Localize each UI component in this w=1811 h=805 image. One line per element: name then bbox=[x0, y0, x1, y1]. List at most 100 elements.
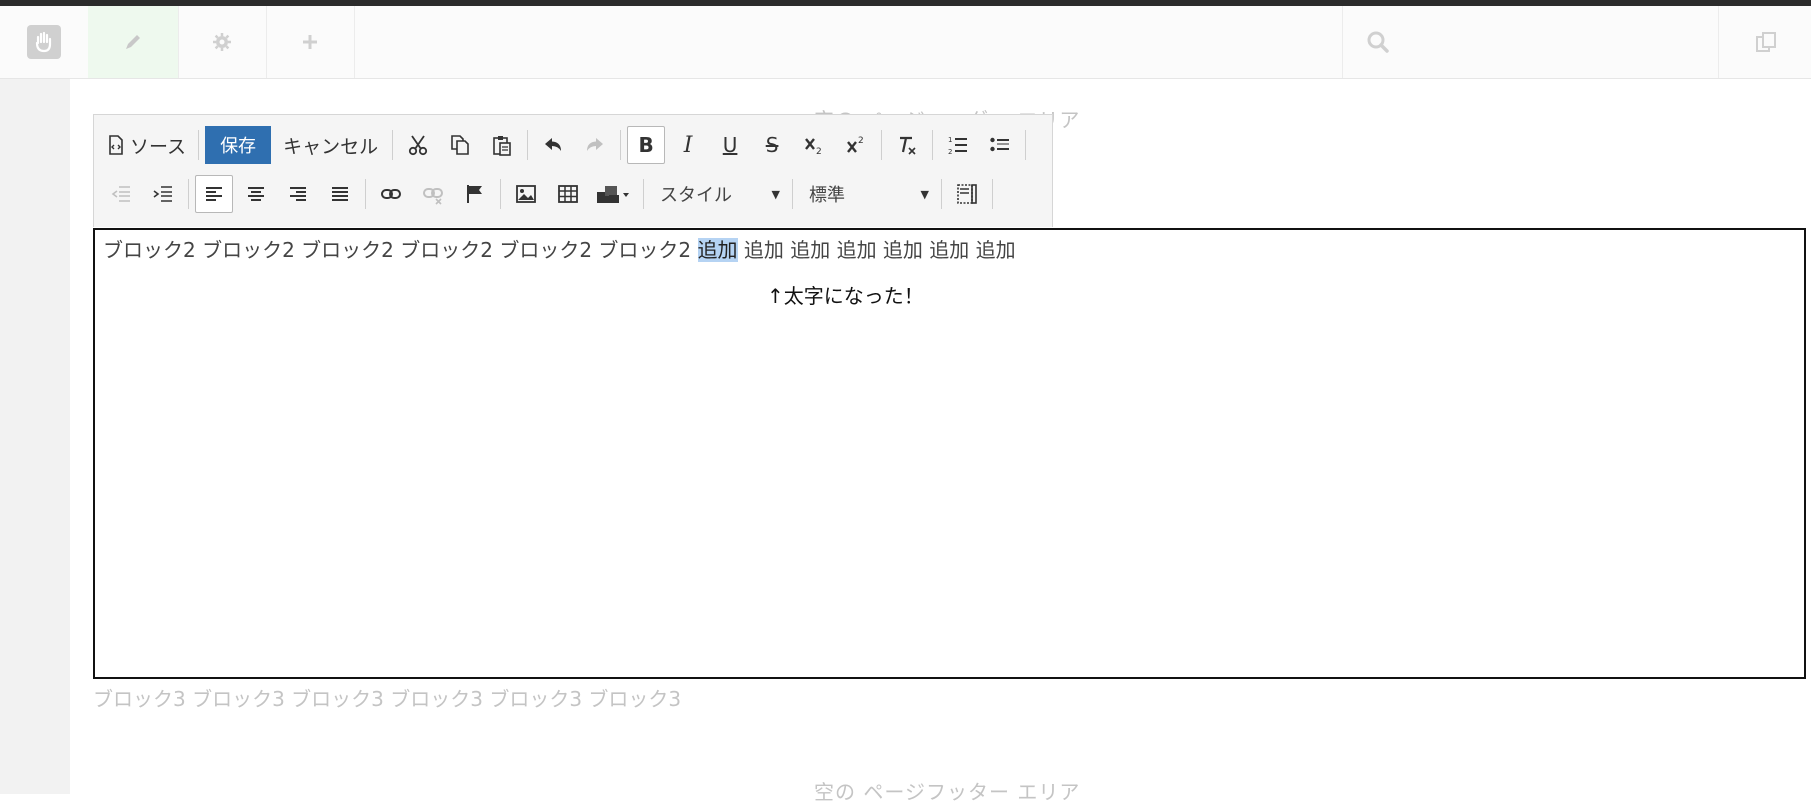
redo-icon bbox=[584, 134, 606, 156]
italic-button[interactable]: I bbox=[669, 126, 707, 164]
outdent-icon bbox=[110, 183, 132, 205]
link-button[interactable] bbox=[372, 175, 410, 213]
toolbar-row-1: ソース 保存 キャンセル B I U S 2 2 1 2 bbox=[102, 123, 1032, 167]
template-dropdown-button[interactable] bbox=[591, 175, 637, 213]
justify-button[interactable] bbox=[321, 175, 359, 213]
align-right-button[interactable] bbox=[279, 175, 317, 213]
sitemap-button[interactable] bbox=[1718, 6, 1811, 78]
toolbar-separator bbox=[643, 179, 644, 209]
undo-icon bbox=[542, 134, 564, 156]
copy-button[interactable] bbox=[441, 126, 479, 164]
align-justify-icon bbox=[329, 183, 351, 205]
align-center-button[interactable] bbox=[237, 175, 275, 213]
bulleted-list-icon bbox=[989, 134, 1011, 156]
editable-content-area[interactable]: ブロック2 ブロック2 ブロック2 ブロック2 ブロック2 ブロック2 追加 追… bbox=[93, 228, 1806, 679]
indent-icon bbox=[152, 183, 174, 205]
subscript-button[interactable]: 2 bbox=[795, 126, 833, 164]
block2-text: ブロック2 ブロック2 ブロック2 ブロック2 ブロック2 ブロック2 bbox=[103, 238, 692, 262]
copy-pages-icon bbox=[1754, 30, 1778, 54]
format-dropdown[interactable]: 標準 ▼ bbox=[799, 175, 939, 213]
block2-rest-text: 追加 追加 追加 追加 追加 追加 bbox=[743, 238, 1016, 262]
show-blocks-icon bbox=[956, 183, 978, 205]
subscript-icon: 2 bbox=[803, 134, 825, 156]
strikethrough-button[interactable]: S bbox=[753, 126, 791, 164]
align-left-button[interactable] bbox=[195, 175, 233, 213]
toolbar-separator bbox=[992, 179, 993, 209]
note-text: ↑太字になった！ bbox=[767, 284, 924, 308]
superscript-button[interactable]: 2 bbox=[837, 126, 875, 164]
footer-area-label: 空の ページフッター エリア bbox=[814, 780, 1081, 804]
search-button[interactable] bbox=[1342, 6, 1413, 78]
indent-button[interactable] bbox=[144, 175, 182, 213]
save-button[interactable]: 保存 bbox=[205, 126, 272, 164]
unlink-button[interactable] bbox=[414, 175, 452, 213]
redo-button[interactable] bbox=[576, 126, 614, 164]
toolbar-separator bbox=[198, 130, 200, 160]
align-center-icon bbox=[245, 183, 267, 205]
link-icon bbox=[380, 183, 402, 205]
chevron-down-icon: ▼ bbox=[771, 187, 780, 201]
format-label: 標準 bbox=[809, 185, 845, 206]
styles-dropdown[interactable]: スタイル ▼ bbox=[650, 175, 790, 213]
cms-toolbar bbox=[0, 6, 1811, 79]
unlink-icon bbox=[422, 183, 444, 205]
add-button[interactable] bbox=[266, 6, 355, 78]
image-icon bbox=[515, 183, 537, 205]
cut-button[interactable] bbox=[399, 126, 437, 164]
toolbar-separator bbox=[392, 130, 394, 160]
superscript-icon: 2 bbox=[845, 134, 867, 156]
image-button[interactable] bbox=[507, 175, 545, 213]
toolbar-separator bbox=[932, 130, 934, 160]
hand-logo-icon bbox=[27, 25, 61, 59]
paste-button[interactable] bbox=[483, 126, 521, 164]
gear-icon bbox=[212, 32, 232, 52]
blocks-icon bbox=[595, 183, 633, 205]
outdent-button[interactable] bbox=[102, 175, 140, 213]
selected-text: 追加 bbox=[697, 238, 738, 262]
edit-mode-button[interactable] bbox=[88, 6, 179, 78]
scissors-icon bbox=[407, 134, 429, 156]
cms-logo-button[interactable] bbox=[0, 6, 89, 78]
toolbar-separator bbox=[527, 130, 529, 160]
toolbar-separator bbox=[1025, 130, 1027, 160]
bold-button[interactable]: B bbox=[627, 126, 666, 164]
remove-format-button[interactable] bbox=[888, 126, 926, 164]
clipboard-icon bbox=[491, 134, 513, 156]
pencil-icon bbox=[123, 32, 143, 52]
styles-label: スタイル bbox=[660, 185, 732, 206]
plus-icon bbox=[300, 32, 320, 52]
flag-icon bbox=[464, 183, 486, 205]
chevron-down-icon: ▼ bbox=[920, 187, 929, 201]
source-button[interactable]: ソース bbox=[102, 126, 192, 164]
source-label: ソース bbox=[130, 135, 187, 158]
underline-button[interactable]: U bbox=[711, 126, 749, 164]
toolbar-separator bbox=[500, 179, 501, 209]
svg-text:1: 1 bbox=[948, 136, 952, 144]
block3-paragraph[interactable]: ブロック3 ブロック3 ブロック3 ブロック3 ブロック3 ブロック3 bbox=[93, 683, 681, 712]
toolbar-row-2: スタイル ▼ 標準 ▼ bbox=[102, 172, 999, 216]
cancel-button[interactable]: キャンセル bbox=[275, 126, 386, 164]
table-icon bbox=[557, 183, 579, 205]
block2-paragraph[interactable]: ブロック2 ブロック2 ブロック2 ブロック2 ブロック2 ブロック2 追加 追… bbox=[103, 234, 1016, 263]
table-button[interactable] bbox=[549, 175, 587, 213]
toolbar-separator bbox=[941, 179, 942, 209]
undo-button[interactable] bbox=[534, 126, 572, 164]
settings-button[interactable] bbox=[178, 6, 267, 78]
source-icon bbox=[108, 135, 124, 155]
svg-text:2: 2 bbox=[858, 136, 864, 146]
numbered-list-button[interactable]: 12 bbox=[939, 126, 977, 164]
left-gutter bbox=[0, 79, 70, 794]
toolbar-separator bbox=[881, 130, 883, 160]
remove-format-icon bbox=[896, 134, 918, 156]
toolbar-separator bbox=[620, 130, 622, 160]
bulleted-list-button[interactable] bbox=[981, 126, 1019, 164]
svg-text:2: 2 bbox=[816, 147, 822, 156]
show-blocks-button[interactable] bbox=[948, 175, 986, 213]
toolbar-separator bbox=[792, 179, 793, 209]
toolbar-separator bbox=[188, 179, 189, 209]
align-right-icon bbox=[287, 183, 309, 205]
toolbar-separator bbox=[365, 179, 366, 209]
align-left-icon bbox=[203, 183, 225, 205]
anchor-button[interactable] bbox=[456, 175, 494, 213]
search-icon bbox=[1366, 30, 1390, 54]
